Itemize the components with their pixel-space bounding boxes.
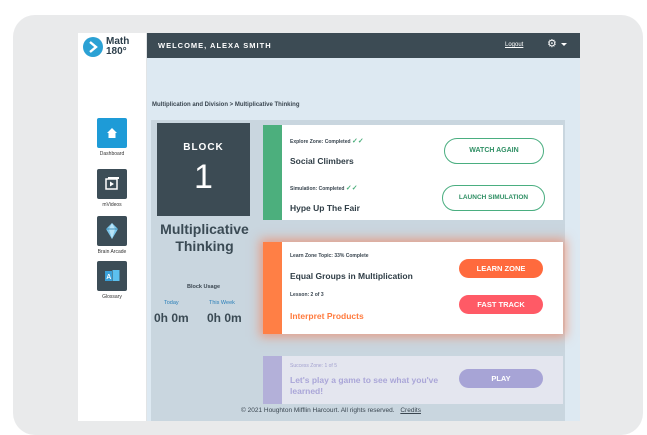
app-screen: Math 180° Dashboard mVideos Brain Arcade: [78, 33, 580, 421]
explore-zone-card: Explore Zone: Completed ✓✓ Social Climbe…: [263, 125, 563, 220]
completed-check-icon: ✓✓: [351, 138, 364, 145]
block-usage-title: Block Usage: [186, 284, 220, 290]
lesson-title: Interpret Products: [290, 311, 364, 321]
block-panel: BLOCK 1 Multiplicative Thinking Block Us…: [151, 120, 565, 421]
sidebar-item-label: mVideos: [102, 202, 122, 208]
play-button[interactable]: PLAY: [459, 369, 543, 388]
settings-gear-icon[interactable]: ⚙: [547, 39, 557, 50]
home-icon: [97, 118, 127, 148]
svg-text:A: A: [106, 274, 111, 281]
sidebar-item-mvideos[interactable]: mVideos: [78, 169, 146, 208]
explore-zone-status: Explore Zone: Completed: [290, 139, 351, 145]
math180-logo[interactable]: Math 180°: [83, 36, 143, 60]
copyright-icon: ©: [241, 407, 246, 414]
sidebar: Math 180° Dashboard mVideos Brain Arcade: [78, 33, 147, 421]
success-zone-strip: [263, 356, 282, 404]
learn-zone-topic-status: Learn Zone Topic: 33% Complete: [290, 253, 369, 259]
block-tile: BLOCK 1: [157, 123, 250, 216]
lesson-progress: Lesson: 2 of 3: [290, 292, 324, 298]
top-header-bar: WELCOME, ALEXA SMITH Logout ⚙: [147, 33, 580, 58]
explore-title: Social Climbers: [290, 156, 354, 166]
learn-zone-button[interactable]: LEARN ZONE: [459, 259, 543, 278]
logo-arrow-icon: [83, 37, 103, 57]
usage-today-value: 0h 0m: [154, 311, 189, 325]
video-icon: [97, 169, 127, 199]
learn-zone-strip: [263, 242, 282, 334]
topic-title: Multiplicative Thinking: [160, 221, 249, 254]
sidebar-item-dashboard[interactable]: Dashboard: [78, 118, 146, 157]
success-zone-card: Success Zone: 1 of 5 Let's play a game t…: [263, 356, 563, 404]
usage-week-label: This Week: [209, 300, 235, 306]
gem-icon: [97, 216, 127, 246]
simulation-title: Hype Up The Fair: [290, 203, 360, 213]
main-content: Multiplication and Division > Multiplica…: [147, 58, 580, 421]
block-number: 1: [194, 158, 213, 196]
fast-track-button[interactable]: FAST TRACK: [459, 295, 543, 314]
explore-zone-strip: [263, 125, 282, 220]
block-label: BLOCK: [183, 142, 224, 153]
sidebar-item-label: Dashboard: [99, 151, 125, 157]
credits-link[interactable]: Credits: [400, 407, 421, 414]
simulation-status: Simulation: Completed: [290, 186, 345, 192]
glossary-icon: A: [97, 261, 127, 291]
sidebar-item-label: Glossary: [102, 294, 122, 300]
watch-again-button[interactable]: WATCH AGAIN: [444, 138, 544, 164]
footer: © 2021 Houghton Mifflin Harcourt. All ri…: [241, 407, 421, 414]
usage-week-value: 0h 0m: [207, 311, 242, 325]
welcome-message: WELCOME, ALEXA SMITH: [158, 41, 272, 50]
learn-zone-card: Learn Zone Topic: 33% Complete Equal Gro…: [263, 242, 563, 334]
usage-today-label: Today: [164, 300, 179, 306]
success-zone-status: Success Zone: 1 of 5: [290, 363, 337, 369]
success-zone-message: Let's play a game to see what you've lea…: [290, 375, 439, 396]
chevron-down-icon[interactable]: [561, 43, 567, 46]
sidebar-item-label: Brain Arcade: [97, 249, 127, 255]
logout-link[interactable]: Logout: [505, 42, 523, 48]
launch-simulation-button[interactable]: LAUNCH SIMULATION: [442, 185, 545, 211]
sidebar-item-brain-arcade[interactable]: Brain Arcade: [78, 216, 146, 255]
learn-topic-title: Equal Groups in Multiplication: [290, 271, 413, 281]
breadcrumb[interactable]: Multiplication and Division > Multiplica…: [152, 102, 300, 108]
sidebar-item-glossary[interactable]: A Glossary: [78, 261, 146, 300]
logo-line2: 180°: [106, 46, 127, 57]
copyright-text: 2021 Houghton Mifflin Harcourt. All righ…: [247, 407, 395, 414]
completed-check-icon: ✓✓: [345, 185, 358, 192]
